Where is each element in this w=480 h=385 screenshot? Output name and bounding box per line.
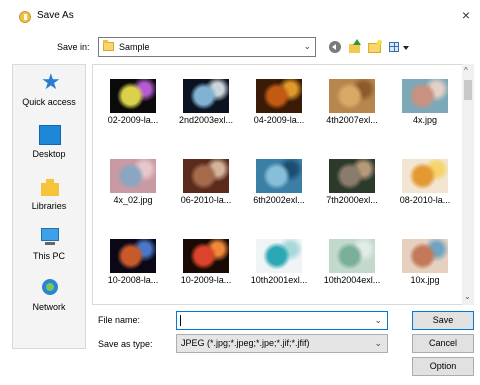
file-item[interactable]: 4th2007exl... xyxy=(316,67,388,147)
file-thumbnail xyxy=(256,159,302,193)
file-name: 04-2009-la... xyxy=(253,115,305,125)
up-folder-icon[interactable] xyxy=(346,38,364,56)
scroll-down-icon[interactable]: ⌄ xyxy=(464,292,471,301)
place-quick-access[interactable]: Quick access xyxy=(13,69,85,119)
title-bar: Save As × xyxy=(0,0,480,30)
file-thumbnail xyxy=(329,79,375,113)
save-as-type-dropdown[interactable]: JPEG (*.jpg;*.jpeg;*.jpe;*.jif;*.jfif) ⌄ xyxy=(176,334,388,353)
dialog-title: Save As xyxy=(37,10,74,21)
file-name-input[interactable]: ⌄ xyxy=(176,311,388,330)
folder-icon xyxy=(103,40,114,51)
save-button[interactable]: Save xyxy=(412,311,474,330)
this-pc-icon xyxy=(39,227,61,247)
file-item[interactable]: 10-2008-la... xyxy=(97,227,169,304)
file-name: 10th2001exl... xyxy=(250,275,308,285)
file-item[interactable]: 10th2001exl... xyxy=(243,227,315,304)
file-thumbnail xyxy=(329,159,375,193)
file-name: 6th2002exl... xyxy=(253,195,305,205)
save-in-value: Sample xyxy=(119,42,150,52)
file-item[interactable]: 10x.jpg xyxy=(389,227,461,304)
file-thumbnail xyxy=(256,239,302,273)
file-name: 10-2009-la... xyxy=(180,275,232,285)
file-name: 06-2010-la... xyxy=(180,195,232,205)
file-thumbnail xyxy=(110,79,156,113)
save-in-dropdown[interactable]: Sample ⌄ xyxy=(98,37,316,57)
place-label: Desktop xyxy=(32,149,66,159)
file-item[interactable]: 08-2010-la... xyxy=(389,147,461,227)
file-item[interactable]: 7th2000exl... xyxy=(316,147,388,227)
place-this-pc[interactable]: This PC xyxy=(13,225,85,273)
file-thumbnail xyxy=(402,79,448,113)
chevron-down-icon: ⌄ xyxy=(303,41,311,51)
file-thumbnail xyxy=(183,239,229,273)
file-thumbnail xyxy=(329,239,375,273)
file-list-scrollbar[interactable]: ^ ⌄ xyxy=(462,64,474,305)
file-item[interactable]: 4x.jpg xyxy=(389,67,461,147)
file-name: 02-2009-la... xyxy=(107,115,159,125)
file-item[interactable]: 02-2009-la... xyxy=(97,67,169,147)
scroll-thumb[interactable] xyxy=(464,80,472,100)
view-menu-icon[interactable] xyxy=(386,38,414,56)
place-libraries[interactable]: Libraries xyxy=(13,175,85,223)
file-item[interactable]: 10th2004exl... xyxy=(316,227,388,304)
file-name: 10x.jpg xyxy=(410,275,440,285)
file-item[interactable]: 04-2009-la... xyxy=(243,67,315,147)
file-name: 2nd2003exl... xyxy=(178,115,234,125)
save-in-label: Save in: xyxy=(57,42,90,52)
network-icon xyxy=(39,278,61,298)
file-name: 4x_02.jpg xyxy=(113,195,153,205)
file-item[interactable]: 2nd2003exl... xyxy=(170,67,242,147)
file-thumbnail xyxy=(110,159,156,193)
file-name: 4x.jpg xyxy=(412,115,438,125)
libraries-icon xyxy=(39,177,61,197)
close-button[interactable]: × xyxy=(458,7,474,23)
file-thumbnail xyxy=(110,239,156,273)
file-list[interactable]: 02-2009-la... 2nd2003exl... 04-2009-la... 4… xyxy=(92,64,474,305)
place-desktop[interactable]: Desktop xyxy=(13,123,85,171)
place-label: Network xyxy=(32,302,66,312)
file-name: 10-2008-la... xyxy=(107,275,159,285)
save-as-type-label: Save as type: xyxy=(98,339,153,349)
file-name: 7th2000exl... xyxy=(326,195,378,205)
option-button[interactable]: Option xyxy=(412,357,474,376)
file-item[interactable]: 6th2002exl... xyxy=(243,147,315,227)
chevron-down-icon[interactable]: ⌄ xyxy=(374,315,382,326)
places-bar: Quick access Desktop Libraries This PC N… xyxy=(12,64,86,349)
back-icon[interactable] xyxy=(326,38,344,56)
chevron-down-icon: ⌄ xyxy=(374,338,382,348)
desktop-icon xyxy=(39,125,61,145)
file-item[interactable]: 4x_02.jpg xyxy=(97,147,169,227)
save-as-type-value: JPEG (*.jpg;*.jpeg;*.jpe;*.jif;*.jfif) xyxy=(181,338,310,348)
file-thumbnail xyxy=(402,239,448,273)
file-name: 10th2004exl... xyxy=(323,275,381,285)
file-item[interactable]: 10-2009-la... xyxy=(170,227,242,304)
cancel-button[interactable]: Cancel xyxy=(412,334,474,353)
file-thumbnail xyxy=(402,159,448,193)
quick-access-icon xyxy=(39,69,61,95)
place-label: Libraries xyxy=(31,201,67,211)
place-label: This PC xyxy=(32,251,65,261)
file-name: 4th2007exl... xyxy=(326,115,378,125)
app-icon xyxy=(19,11,31,23)
file-name: 08-2010-la... xyxy=(399,195,451,205)
file-name-label: File name: xyxy=(98,315,141,325)
scroll-up-icon[interactable]: ^ xyxy=(464,66,468,75)
text-cursor xyxy=(180,315,181,326)
file-thumbnail xyxy=(183,79,229,113)
file-thumbnail xyxy=(183,159,229,193)
place-network[interactable]: Network xyxy=(13,276,85,324)
place-label: Quick access xyxy=(22,97,76,107)
file-item[interactable]: 06-2010-la... xyxy=(170,147,242,227)
new-folder-icon[interactable] xyxy=(366,38,384,56)
file-thumbnail xyxy=(256,79,302,113)
